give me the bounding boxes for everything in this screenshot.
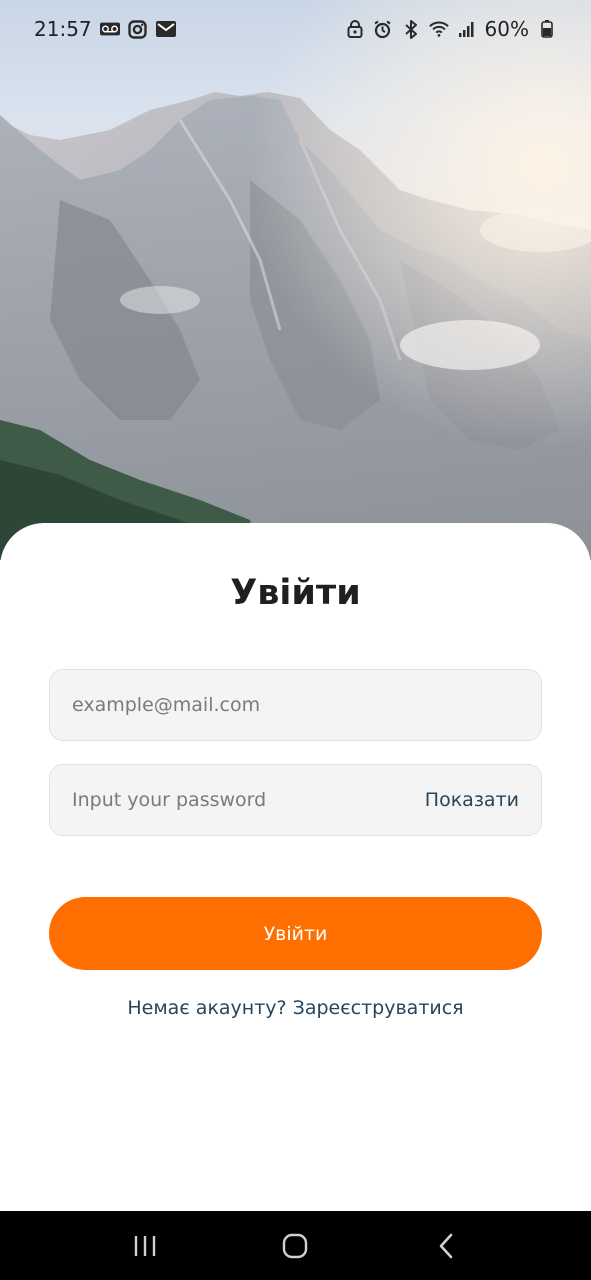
mountain-illustration [0,0,591,560]
wifi-icon [428,19,449,39]
password-input[interactable] [72,789,415,811]
hero-mountain-image [0,0,591,560]
password-field[interactable]: Показати [49,764,542,836]
alarm-icon [373,19,393,39]
recent-apps-icon[interactable] [115,1216,175,1276]
home-icon[interactable] [265,1216,325,1276]
register-link[interactable]: Немає акаунту? Зареєструватися [0,997,591,1019]
login-title: Увійти [230,573,361,613]
show-password-toggle[interactable]: Показати [425,789,519,811]
signal-icon [457,19,477,39]
login-sheet: Увійти Показати Увійти Немає акаунту? За… [0,523,591,1211]
voicemail-icon [99,19,120,39]
status-time: 21:57 [34,17,92,41]
login-button[interactable]: Увійти [49,897,542,970]
navigation-bar [0,1211,591,1280]
status-left: 21:57 [34,17,176,41]
back-icon[interactable] [416,1216,476,1276]
lock-icon [345,19,365,39]
battery-icon [537,19,557,39]
status-bar: 21:57 60% [0,0,591,58]
status-right: 60% [345,17,557,41]
instagram-icon [128,19,148,39]
email-input[interactable] [72,694,519,716]
bluetooth-icon [401,19,421,39]
email-field[interactable] [49,669,542,741]
mail-icon [155,19,176,39]
battery-percent: 60% [484,17,529,41]
